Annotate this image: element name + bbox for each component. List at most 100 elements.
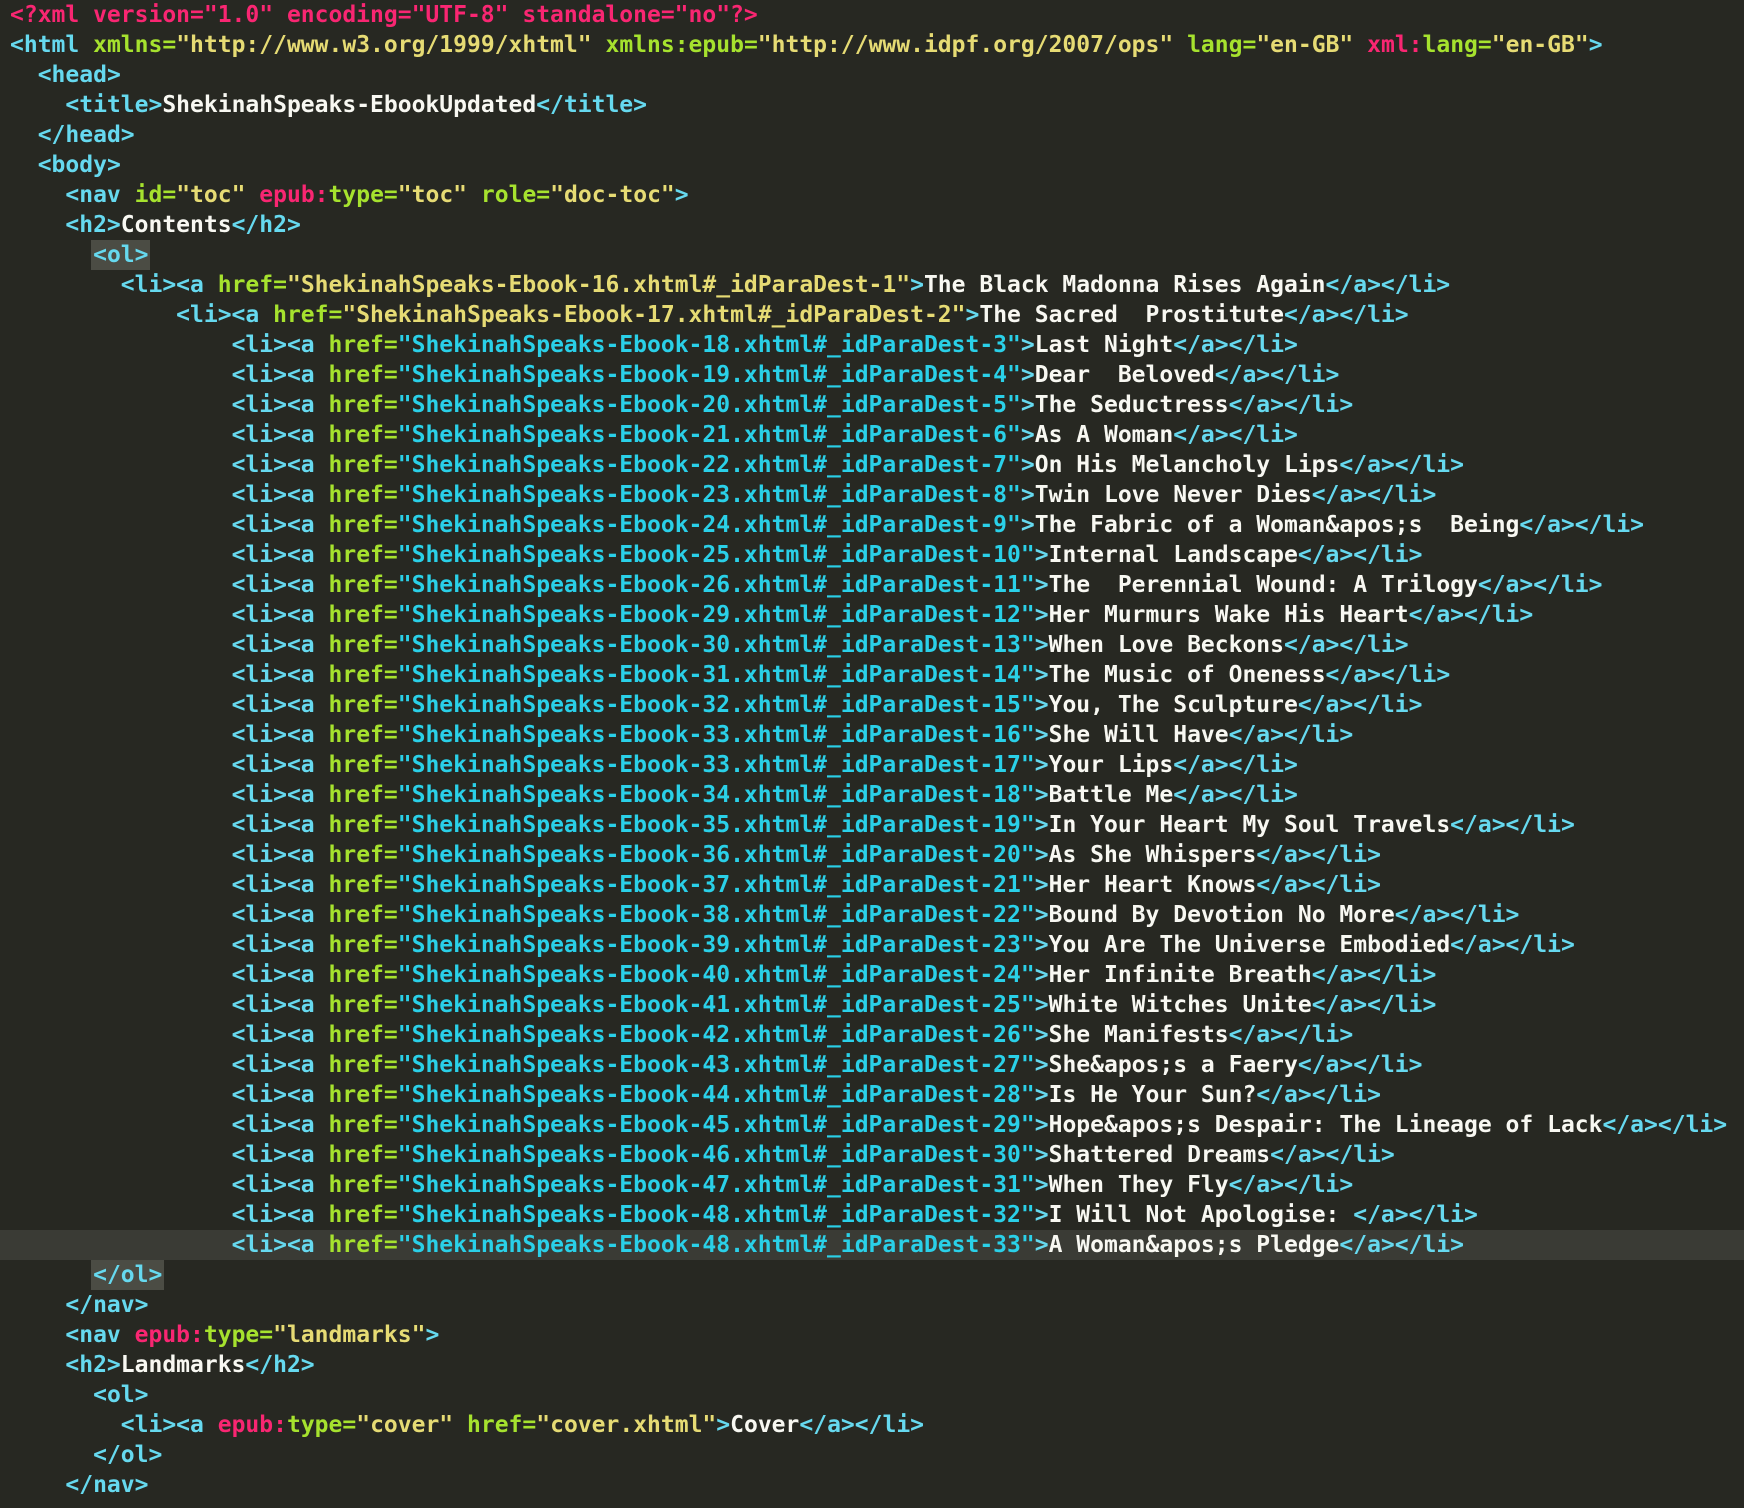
code-token-tag: </a></li> [1339,1232,1465,1258]
code-line-current[interactable]: <li><a href="ShekinahSpeaks-Ebook-48.xht… [0,1230,1744,1260]
code-line[interactable]: <ol> [0,1380,1744,1410]
code-token-ns: epub: [259,182,329,208]
code-line[interactable]: <li><a href="ShekinahSpeaks-Ebook-45.xht… [0,1110,1744,1140]
code-line[interactable]: <li><a href="ShekinahSpeaks-Ebook-17.xht… [0,300,1744,330]
code-token-href: "ShekinahSpeaks-Ebook-33.xhtml#_idParaDe… [397,722,1035,748]
code-token-tag: > [1020,482,1035,508]
code-token-tag: <ol> [93,1382,149,1408]
code-token-text: The Perennial Wound: A Trilogy [1048,572,1478,598]
code-token-tag: </a></li> [1270,1142,1395,1168]
code-line[interactable]: <li><a href="ShekinahSpeaks-Ebook-42.xht… [0,1020,1744,1050]
code-line[interactable]: <li><a href="ShekinahSpeaks-Ebook-33.xht… [0,720,1744,750]
code-line[interactable]: <?xml version="1.0" encoding="UTF-8" sta… [0,0,1744,30]
code-token-tag: <li><a [231,392,329,418]
code-line[interactable]: </ol> [0,1440,1744,1470]
code-token-tag: <li><a [231,692,329,718]
code-token-tag: </a></li> [1353,1202,1478,1228]
code-line[interactable]: <li><a href="ShekinahSpeaks-Ebook-39.xht… [0,930,1744,960]
code-line[interactable]: <li><a href="ShekinahSpeaks-Ebook-34.xht… [0,780,1744,810]
code-line[interactable]: <li><a href="ShekinahSpeaks-Ebook-20.xht… [0,390,1744,420]
code-line[interactable]: <li><a href="ShekinahSpeaks-Ebook-38.xht… [0,900,1744,930]
code-line[interactable]: <head> [0,60,1744,90]
code-token-text: Her Infinite Breath [1048,962,1312,988]
code-token-tag: <li><a [231,1082,329,1108]
code-line[interactable]: <li><a href="ShekinahSpeaks-Ebook-44.xht… [0,1080,1744,1110]
code-line[interactable]: <li><a href="ShekinahSpeaks-Ebook-21.xht… [0,420,1744,450]
code-line[interactable]: <li><a href="ShekinahSpeaks-Ebook-47.xht… [0,1170,1744,1200]
code-token-tag: <li><a [231,602,329,628]
code-token-str: "cover.xhtml" [536,1412,717,1438]
code-token-text: Your Lips [1048,752,1174,778]
code-line[interactable]: <li><a href="ShekinahSpeaks-Ebook-36.xht… [0,840,1744,870]
code-editor[interactable]: <?xml version="1.0" encoding="UTF-8" sta… [0,0,1744,1508]
code-line[interactable]: <h2>Landmarks</h2> [0,1350,1744,1380]
code-line[interactable]: <li><a href="ShekinahSpeaks-Ebook-22.xht… [0,450,1744,480]
code-token-tag: </nav> [65,1292,149,1318]
code-line[interactable]: <li><a href="ShekinahSpeaks-Ebook-18.xht… [0,330,1744,360]
code-token-text: I Will Not Apologise: [1048,1202,1354,1228]
code-line[interactable]: <nav epub:type="landmarks"> [0,1320,1744,1350]
code-token-tag: </a></li> [1256,842,1381,868]
code-token-tag: </a></li> [1450,812,1575,838]
code-line[interactable]: <li><a epub:type="cover" href="cover.xht… [0,1410,1744,1440]
code-token-punct [1353,32,1367,58]
code-token-tag: > [1034,782,1049,808]
code-line[interactable]: <li><a href="ShekinahSpeaks-Ebook-31.xht… [0,660,1744,690]
code-line[interactable]: <h2>Contents</h2> [0,210,1744,240]
code-token-tag: > [1034,1022,1049,1048]
code-line[interactable]: <li><a href="ShekinahSpeaks-Ebook-23.xht… [0,480,1744,510]
code-line[interactable]: <li><a href="ShekinahSpeaks-Ebook-19.xht… [0,360,1744,390]
code-line[interactable]: <li><a href="ShekinahSpeaks-Ebook-41.xht… [0,990,1744,1020]
code-line[interactable]: <li><a href="ShekinahSpeaks-Ebook-26.xht… [0,570,1744,600]
code-line[interactable]: </ol> [0,1260,1744,1290]
code-line[interactable]: <li><a href="ShekinahSpeaks-Ebook-25.xht… [0,540,1744,570]
code-token-href: "ShekinahSpeaks-Ebook-43.xhtml#_idParaDe… [397,1052,1035,1078]
code-token-tag: </head> [37,122,135,148]
code-line[interactable]: <li><a href="ShekinahSpeaks-Ebook-37.xht… [0,870,1744,900]
code-token-text: She Will Have [1048,722,1229,748]
code-token-tag: <li><a [231,992,329,1018]
code-token-tag: > [1034,902,1049,928]
code-line[interactable]: <li><a href="ShekinahSpeaks-Ebook-48.xht… [0,1200,1744,1230]
code-line[interactable]: <li><a href="ShekinahSpeaks-Ebook-35.xht… [0,810,1744,840]
code-line[interactable]: <li><a href="ShekinahSpeaks-Ebook-16.xht… [0,270,1744,300]
code-line[interactable]: <li><a href="ShekinahSpeaks-Ebook-24.xht… [0,510,1744,540]
code-line[interactable]: <li><a href="ShekinahSpeaks-Ebook-32.xht… [0,690,1744,720]
code-token-tag: <li><a [231,1142,329,1168]
code-token-attr: href= [328,902,398,928]
code-line[interactable]: <html xmlns="http://www.w3.org/1999/xhtm… [0,30,1744,60]
code-token-tag: </a></li> [1297,692,1423,718]
code-token-tag: > [425,1322,440,1348]
code-token-tag: <body> [37,152,121,178]
code-token-tag: <li><a [231,1232,329,1258]
code-line[interactable]: <li><a href="ShekinahSpeaks-Ebook-46.xht… [0,1140,1744,1170]
code-line[interactable]: <li><a href="ShekinahSpeaks-Ebook-43.xht… [0,1050,1744,1080]
code-token-tag: </a></li> [1256,872,1381,898]
code-token-tag: <li><a [231,632,329,658]
code-line[interactable]: <ol> [0,240,1744,270]
code-line[interactable]: <li><a href="ShekinahSpeaks-Ebook-29.xht… [0,600,1744,630]
code-token-attr: href= [328,362,398,388]
code-token-str: "en-GB" [1256,32,1354,58]
code-line[interactable]: <nav id="toc" epub:type="toc" role="doc-… [0,180,1744,210]
code-token-punct [453,1412,467,1438]
code-token-href: "ShekinahSpeaks-Ebook-38.xhtml#_idParaDe… [397,902,1035,928]
code-line[interactable]: <li><a href="ShekinahSpeaks-Ebook-33.xht… [0,750,1744,780]
code-line[interactable]: <title>ShekinahSpeaks-EbookUpdated</titl… [0,90,1744,120]
code-token-text: As A Woman [1034,422,1174,448]
code-token-tag: </a></li> [1311,482,1437,508]
code-token-attr: href= [328,1142,398,1168]
code-line[interactable]: <li><a href="ShekinahSpeaks-Ebook-30.xht… [0,630,1744,660]
code-token-tag: > [1020,452,1035,478]
code-token-attr: href= [328,632,398,658]
code-line[interactable]: </nav> [0,1470,1744,1500]
code-line[interactable]: <li><a href="ShekinahSpeaks-Ebook-40.xht… [0,960,1744,990]
code-line[interactable]: </nav> [0,1290,1744,1320]
code-line[interactable]: <body> [0,150,1744,180]
code-line[interactable]: </head> [0,120,1744,150]
